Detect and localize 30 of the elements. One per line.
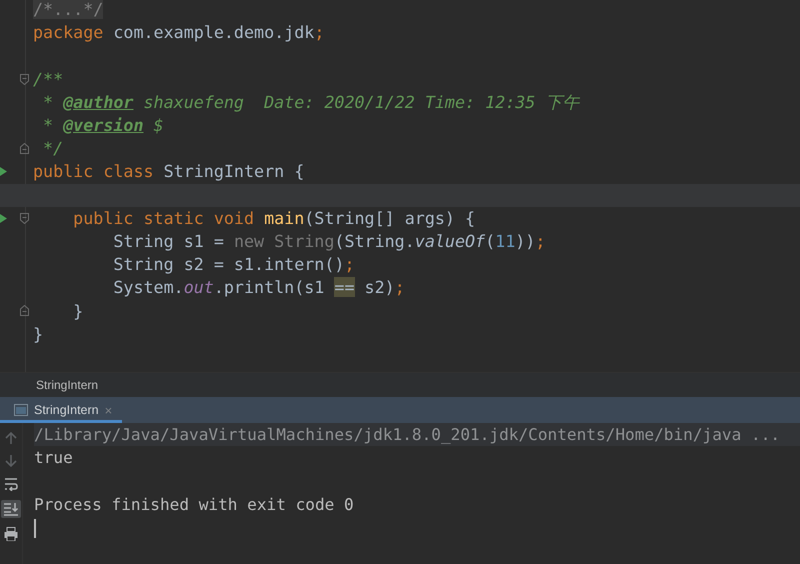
console-output: true (34, 447, 74, 470)
breadcrumb[interactable]: StringIntern (36, 378, 98, 392)
down-arrow-icon[interactable] (5, 454, 17, 468)
console-icon (14, 404, 28, 416)
code-line: * @author shaxuefeng Date: 2020/1/22 Time: 12:35 下午 (42, 90, 580, 114)
wrap-icon[interactable] (4, 477, 18, 491)
code-line: public static void main(String[] args) { (72, 206, 476, 230)
print-icon[interactable] (4, 527, 18, 541)
run-icon[interactable] (0, 214, 7, 223)
up-arrow-icon[interactable] (5, 431, 17, 445)
fold-icon[interactable] (20, 212, 29, 224)
code-line: } (72, 300, 84, 323)
code-line: } (33, 322, 44, 346)
fold-end-icon[interactable] (20, 143, 29, 154)
text-cursor (34, 518, 36, 538)
run-tab[interactable]: StringIntern × (0, 397, 122, 423)
console-output: Process finished with exit code 0 (34, 494, 355, 516)
code-line: * @version $ (42, 114, 164, 138)
run-icon[interactable] (0, 167, 7, 176)
code-line: public class StringIntern { (33, 160, 304, 184)
code-line: package com.example.demo.jdk; (33, 21, 324, 44)
code-line: System.out.println(s1 == s2); (112, 276, 405, 300)
scroll-to-end-button[interactable] (1, 500, 21, 518)
code-line: /** (33, 68, 64, 91)
fold-end-icon[interactable] (20, 305, 29, 316)
code-line: String s1 = new String(String.valueOf(11)); (112, 230, 546, 253)
fold-icon[interactable] (20, 74, 29, 85)
code-line: */ (42, 137, 64, 160)
code-line: String s2 = s1.intern(); (112, 253, 354, 276)
console-command: /Library/Java/JavaVirtualMachines/jdk1.8.0_201.jdk/Contents/Home/bin/java ... (34, 423, 800, 446)
